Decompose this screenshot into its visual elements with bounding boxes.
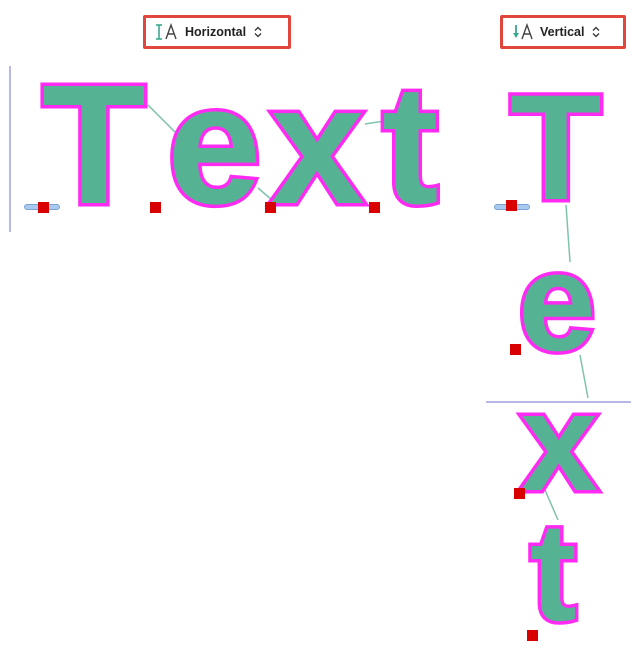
letter-handle[interactable]: [527, 630, 538, 641]
letter-handle[interactable]: [369, 202, 380, 213]
vertical-letter-x[interactable]: x: [517, 368, 602, 515]
horizontal-letter-e[interactable]: e: [164, 57, 266, 234]
horizontal-letter-x[interactable]: x: [267, 57, 369, 234]
vertical-letter-e[interactable]: e: [515, 228, 600, 375]
letter-handle[interactable]: [38, 202, 49, 213]
letter-handle[interactable]: [265, 202, 276, 213]
letter-handle[interactable]: [150, 202, 161, 213]
letter-handle[interactable]: [514, 488, 525, 499]
vertical-letter-t[interactable]: T: [507, 69, 606, 226]
vertical-letter-t[interactable]: t: [527, 498, 581, 645]
horizontal-letter-t[interactable]: t: [379, 57, 443, 234]
letter-handle[interactable]: [510, 344, 521, 355]
letter-handle[interactable]: [506, 200, 517, 211]
